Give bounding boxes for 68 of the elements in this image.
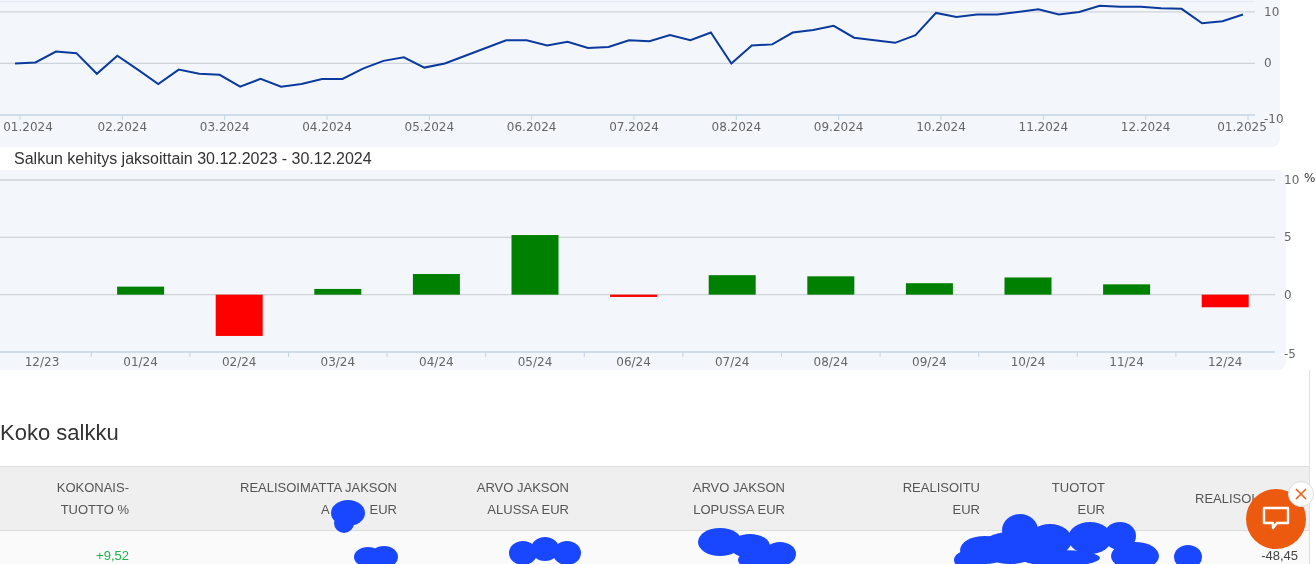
axis-label: 05.2024 xyxy=(404,120,455,134)
axis-label: 07/24 xyxy=(714,355,750,369)
axis-label: 12/23 xyxy=(24,355,60,369)
bar xyxy=(511,235,559,295)
axis-label: 11/24 xyxy=(1109,355,1144,369)
column-header: REALISOITU xyxy=(902,479,980,495)
column-header: EUR xyxy=(1077,501,1105,517)
unit-label: % xyxy=(1304,171,1316,185)
column-header: A xyxy=(320,500,330,519)
axis-label: 04.2024 xyxy=(302,120,352,134)
column-header: LOPUSSA EUR xyxy=(693,501,785,517)
bar xyxy=(412,274,460,295)
axis-label: 0 xyxy=(1284,287,1292,302)
bar xyxy=(1103,284,1151,295)
column-header: TUOTTO % xyxy=(60,501,129,517)
bar xyxy=(610,294,658,297)
column-header: KOKONAIS- xyxy=(56,479,129,495)
redaction-scribble xyxy=(331,500,365,533)
axis-label: 01/24 xyxy=(123,355,158,369)
axis-label: 08.2024 xyxy=(711,120,762,134)
axis-label: 04/24 xyxy=(419,355,454,369)
table-cell: -48,45 xyxy=(1261,548,1298,564)
axis-label: 10 xyxy=(1284,173,1300,187)
axis-label: 0 xyxy=(1264,56,1272,71)
axis-label: 10/24 xyxy=(1010,355,1046,369)
table-cell: +9,52 xyxy=(96,548,129,564)
axis-label: 03.2024 xyxy=(199,120,250,134)
redaction-scribble xyxy=(354,546,398,564)
axis-label: 01.2025 xyxy=(1217,120,1267,134)
column-header: ARVO JAKSON xyxy=(476,479,569,495)
axis-label: 08/24 xyxy=(813,355,849,369)
axis-label: 09/24 xyxy=(912,355,947,369)
axis-label: 10.2024 xyxy=(916,120,966,134)
redaction-scribble xyxy=(509,537,581,564)
axis-label: 11.2024 xyxy=(1018,120,1069,134)
axis-label: 02.2024 xyxy=(97,120,148,134)
axis-label: 06/24 xyxy=(616,355,651,369)
axis-label: 02/24 xyxy=(221,355,257,369)
column-header: REALISOI xyxy=(1195,490,1255,506)
column-header: ARVO JAKSON xyxy=(692,479,785,495)
axis-label: -5 xyxy=(1284,347,1296,361)
column-header: EUR xyxy=(369,500,397,519)
bar xyxy=(905,283,953,295)
bar xyxy=(807,276,855,295)
bar xyxy=(314,288,362,295)
section-heading: Koko salkku xyxy=(0,422,119,445)
axis-label: 06.2024 xyxy=(506,120,557,134)
column-header: EUR xyxy=(952,501,980,517)
close-icon xyxy=(1295,488,1307,500)
column-header: TUOTOT xyxy=(1051,479,1105,495)
bar xyxy=(215,294,263,336)
column-header: ALUSSA EUR xyxy=(487,501,569,517)
redaction-scribble xyxy=(1174,545,1202,564)
bar xyxy=(117,286,165,295)
axis-label: 5 xyxy=(1284,230,1292,245)
axis-label: 01.2024 xyxy=(3,120,53,134)
axis-label: 07.2024 xyxy=(609,120,659,134)
column-header: REALISOIMATTA JAKSON xyxy=(240,479,397,495)
axis-label: 03/24 xyxy=(320,355,356,369)
chart-title: Salkun kehitys jaksoittain 30.12.2023 - 30.12.2024 xyxy=(14,148,372,169)
axis-label: 10 xyxy=(1264,4,1280,19)
bar xyxy=(708,275,756,295)
axis-label: 12.2024 xyxy=(1120,120,1171,134)
axis-label: 05/24 xyxy=(517,355,553,369)
bar xyxy=(1004,277,1052,295)
axis-label: 12/24 xyxy=(1207,355,1243,369)
axis-label: -10 xyxy=(1264,112,1284,126)
axis-label: 09.2024 xyxy=(813,120,864,134)
